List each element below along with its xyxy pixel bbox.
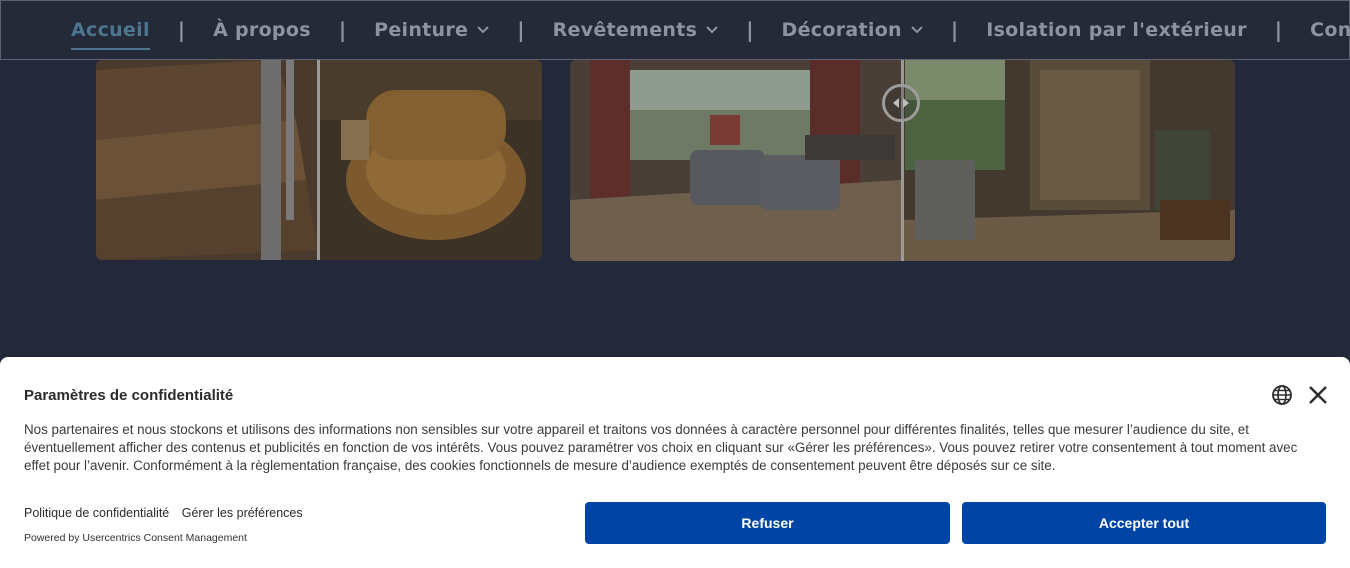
cookie-consent-banner: Paramètres de confidentialité Nos parten… — [0, 357, 1350, 568]
nav-separator: | — [177, 18, 186, 42]
nav-label: Peinture — [374, 19, 469, 41]
chevron-down-icon — [911, 24, 923, 36]
nav-label: Décoration — [781, 19, 902, 41]
nav-item-accueil[interactable]: Accueil — [71, 1, 150, 59]
top-navigation: Accueil | À propos | Peinture | Revêteme… — [0, 0, 1350, 60]
nav-label: Isolation par l'extérieur — [986, 19, 1247, 41]
nav-label: Revêtements — [552, 19, 698, 41]
close-icon[interactable] — [1308, 385, 1328, 405]
powered-by-text: Powered by Usercentrics Consent Manageme… — [24, 532, 247, 544]
chevron-down-icon — [706, 24, 718, 36]
chevron-down-icon — [477, 24, 489, 36]
nav-separator: | — [950, 18, 959, 42]
nav-item-contact[interactable]: Contact — [1310, 1, 1350, 59]
nav-label: À propos — [213, 19, 311, 41]
nav-label: Accueil — [71, 19, 150, 41]
before-after-image-living-room[interactable] — [570, 60, 1235, 261]
globe-icon[interactable] — [1271, 384, 1293, 406]
nav-separator: | — [517, 18, 525, 42]
nav-separator: | — [1274, 18, 1283, 42]
nav-item-a-propos[interactable]: À propos — [213, 1, 311, 59]
nav-menu: Accueil | À propos | Peinture | Revêteme… — [71, 1, 1350, 59]
nav-item-revetements[interactable]: Revêtements — [553, 1, 719, 59]
slider-handle-icon[interactable] — [882, 84, 920, 122]
consent-description: Nos partenaires et nous stockons et util… — [24, 422, 1298, 473]
before-after-image-staircase[interactable] — [96, 60, 542, 260]
nav-item-isolation[interactable]: Isolation par l'extérieur — [986, 1, 1247, 59]
nav-separator: | — [746, 18, 754, 42]
privacy-policy-link[interactable]: Politique de confidentialité — [24, 506, 169, 520]
nav-label: Contact — [1310, 19, 1350, 41]
nav-item-peinture[interactable]: Peinture — [374, 1, 489, 59]
consent-links: Politique de confidentialité Gérer les p… — [24, 506, 303, 520]
slider-divider[interactable] — [317, 60, 320, 260]
nav-item-decoration[interactable]: Décoration — [782, 1, 923, 59]
nav-separator: | — [338, 18, 347, 42]
refuse-button[interactable]: Refuser — [585, 502, 950, 544]
accept-all-button[interactable]: Accepter tout — [962, 502, 1326, 544]
manage-preferences-link[interactable]: Gérer les préférences — [182, 506, 303, 520]
consent-title: Paramètres de confidentialité — [24, 387, 234, 404]
